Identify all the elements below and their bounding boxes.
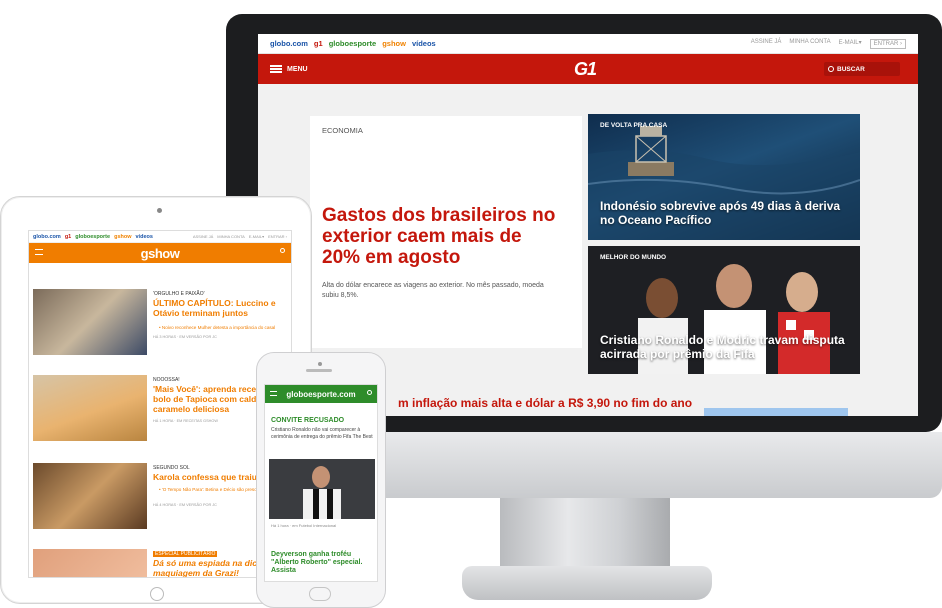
- thumbnail: [33, 463, 147, 529]
- story-title[interactable]: CONVITE RECUSADO: [271, 417, 344, 425]
- ronaldo-photo[interactable]: [269, 459, 375, 519]
- thumbnail: [33, 549, 147, 577]
- item-title[interactable]: ÚLTIMO CAPÍTULO: Luccino e Otávio termin…: [153, 298, 291, 319]
- item-kicker: ESPECIAL PUBLICITÁRIO: [153, 551, 218, 557]
- ad-banner[interactable]: [704, 408, 848, 416]
- link-gshow[interactable]: gshow: [114, 234, 131, 240]
- link-g1[interactable]: g1: [314, 39, 323, 48]
- menu-button[interactable]: MENU: [270, 65, 308, 73]
- assine-link[interactable]: ASSINE JÁ: [193, 234, 213, 239]
- globo-topbar: globo.com g1 globoesporte gshow vídeos A…: [29, 231, 291, 243]
- item-kicker: NOOOSSA!: [153, 377, 180, 383]
- search-label: BUSCAR: [837, 65, 865, 73]
- juventus-player-illustration: [269, 459, 375, 519]
- assine-link[interactable]: ASSINE JÁ: [751, 39, 782, 49]
- entrar-button[interactable]: ENTRAR ›: [869, 38, 906, 49]
- phone-speaker: [306, 369, 332, 372]
- list-item[interactable]: ESPECIAL PUBLICITÁRIO Dá só uma espiada …: [33, 549, 289, 577]
- search-icon[interactable]: [280, 248, 285, 253]
- link-globo[interactable]: globo.com: [270, 39, 308, 48]
- item-kicker: 'ORGULHO E PAIXÃO': [153, 291, 205, 297]
- story-title[interactable]: Deyverson ganha troféu "Alberto Roberto"…: [271, 551, 375, 575]
- item-meta: HÁ 3 HORAS · EM VERSÃO POR JC: [153, 335, 217, 339]
- minha-conta-link[interactable]: MINHA CONTA: [789, 39, 830, 49]
- link-videos[interactable]: vídeos: [412, 39, 436, 48]
- tablet-home-button[interactable]: [150, 587, 164, 601]
- main-story-card[interactable]: ECONOMIA Gastos dos brasileiros no exter…: [310, 116, 582, 348]
- item-sub[interactable]: • Noivo reconhece Mulher detesta a impor…: [159, 325, 289, 330]
- g1-header: MENU G1 BUSCAR: [258, 54, 918, 84]
- story-kicker: ECONOMIA: [322, 126, 363, 135]
- entrar-button[interactable]: ENTRAR ›: [268, 234, 287, 239]
- phone-camera: [318, 362, 322, 366]
- phone-screen: globoesporte.com CONVITE RECUSADO Cristi…: [264, 384, 378, 582]
- story-card-raft[interactable]: DE VOLTA PRA CASA Indonésio sobrevive ap…: [588, 114, 860, 240]
- email-link[interactable]: E-MAIL▾: [249, 234, 264, 239]
- list-item[interactable]: SEGUNDO SOL Karola confessa que traiu La…: [33, 463, 289, 533]
- menu-label: MENU: [287, 65, 308, 73]
- g1-logo[interactable]: G1: [574, 59, 597, 80]
- item-meta: HÁ 4 HORAS · EM VERSÃO POR JC: [153, 503, 217, 507]
- search-icon[interactable]: [367, 390, 372, 395]
- story-caption[interactable]: Cristiano Ronaldo e Modric travam disput…: [600, 334, 850, 362]
- story-caption[interactable]: Indonésio sobrevive após 49 dias à deriv…: [600, 200, 850, 228]
- imac-stand: [500, 498, 670, 570]
- story-tag: DE VOLTA PRA CASA: [600, 122, 668, 129]
- list-item[interactable]: 'ORGULHO E PAIXÃO' ÚLTIMO CAPÍTULO: Lucc…: [33, 289, 289, 359]
- globo-topbar: globo.com g1 globoesporte gshow vídeos A…: [258, 34, 918, 54]
- globoesporte-header: globoesporte.com: [265, 385, 377, 403]
- thumbnail: [33, 289, 147, 355]
- thumbnail: [33, 375, 147, 441]
- story-card-fifa[interactable]: MELHOR DO MUNDO Cristiano Ronaldo e Modr…: [588, 246, 860, 374]
- main-headline[interactable]: Gastos dos brasileiros no exterior caem …: [322, 205, 562, 269]
- imac-stand-base: [462, 566, 712, 600]
- item-meta: HÁ 1 HORA · EM RECEITAS GSHOW: [153, 419, 218, 423]
- link-globoesporte[interactable]: globoesporte: [329, 39, 377, 48]
- link-globoesporte[interactable]: globoesporte: [75, 234, 110, 240]
- hamburger-icon: [270, 65, 282, 73]
- globoesporte-logo[interactable]: globoesporte.com: [286, 390, 355, 399]
- tablet-screen: globo.com g1 globoesporte gshow vídeos A…: [28, 230, 292, 578]
- link-globo[interactable]: globo.com: [33, 234, 61, 240]
- search-icon: [828, 66, 834, 72]
- link-gshow[interactable]: gshow: [382, 39, 406, 48]
- photo-caption: Há 1 hora · em Futebol Internacional: [271, 523, 337, 528]
- search-button[interactable]: BUSCAR: [824, 62, 900, 76]
- list-item[interactable]: NOOOSSA! 'Mais Você': aprenda receita de…: [33, 375, 289, 445]
- item-kicker: SEGUNDO SOL: [153, 465, 190, 471]
- gshow-header: gshow: [29, 243, 291, 263]
- link-videos[interactable]: vídeos: [136, 234, 153, 240]
- hamburger-icon[interactable]: [35, 249, 43, 255]
- secondary-headline[interactable]: m inflação mais alta e dólar a R$ 3,90 n…: [398, 396, 692, 410]
- story-tag: MELHOR DO MUNDO: [600, 254, 667, 261]
- link-g1[interactable]: g1: [65, 234, 71, 240]
- story-summary: Cristiano Ronaldo não vai comparecer à c…: [271, 427, 373, 440]
- email-link[interactable]: E-MAIL▾: [839, 39, 862, 49]
- main-summary: Alta do dólar encarece as viagens ao ext…: [322, 282, 544, 299]
- gshow-logo[interactable]: gshow: [141, 246, 180, 261]
- tablet-camera: [157, 208, 162, 213]
- minha-conta-link[interactable]: MINHA CONTA: [217, 234, 244, 239]
- hamburger-icon[interactable]: [270, 391, 277, 396]
- phone-home-button[interactable]: [309, 587, 331, 601]
